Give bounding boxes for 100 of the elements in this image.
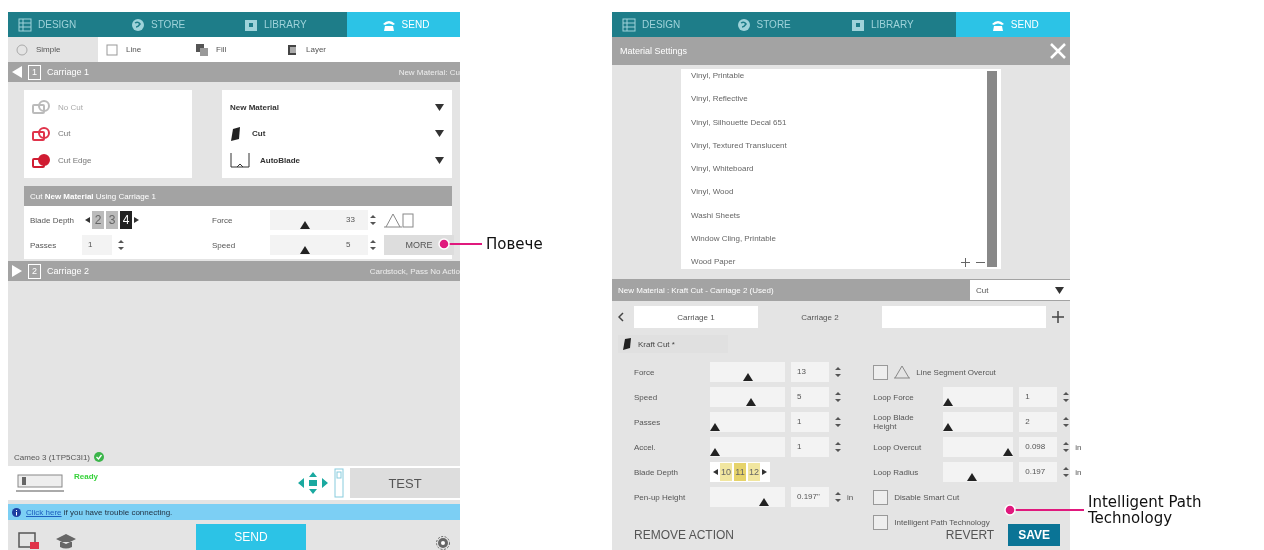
info-icon	[12, 507, 21, 517]
spinner-arrows-icon	[370, 240, 376, 250]
left-arrow-icon	[713, 469, 718, 475]
callout-label: Intelligent Path Technology	[1088, 494, 1203, 526]
spinner-arrows-icon	[370, 215, 376, 225]
unit-label: in	[1075, 467, 1082, 477]
spinner-arrows-icon	[835, 417, 841, 427]
param-label: Passes	[30, 240, 58, 250]
value-field[interactable]: 1	[1019, 387, 1058, 407]
autoblade-icon	[230, 152, 250, 169]
action-dropdown[interactable]: Cut	[970, 280, 1070, 300]
spinner-arrows-icon	[835, 442, 841, 452]
globe-icon	[736, 17, 751, 32]
material-item[interactable]: Window Cling, Printable	[691, 232, 977, 245]
status-text: Ready	[74, 472, 98, 481]
caret-icon	[435, 103, 444, 111]
param-label: Loop Blade Height	[873, 413, 915, 431]
param-label: Passes	[634, 417, 662, 427]
panel-title: Material Settings	[620, 46, 688, 56]
blade-depth-value[interactable]: 10	[720, 463, 732, 481]
mat-icon	[18, 532, 40, 550]
checkbox[interactable]	[873, 489, 889, 505]
blade-icon	[230, 127, 242, 141]
grid-icon	[18, 17, 32, 32]
spinner-arrows-icon	[835, 492, 841, 502]
move-arrows-icon	[298, 472, 328, 494]
caret-icon	[1055, 286, 1064, 294]
material-item[interactable]: Washi Sheets	[691, 209, 977, 222]
checkbox-label: Line Segment Overcut	[916, 367, 996, 377]
value-field[interactable]: 2	[1019, 412, 1058, 432]
cut-shape-icon	[32, 127, 50, 141]
material-item[interactable]: Vinyl, Textured Translucent	[691, 139, 977, 152]
carriage-tab[interactable]: Carriage 1	[634, 306, 758, 328]
carriage-number: 1	[28, 64, 41, 80]
blade-depth-selector[interactable]: 10 11 12	[710, 462, 770, 482]
layer-icon	[286, 43, 298, 56]
param-label: Force	[634, 367, 656, 377]
save-button[interactable]: SAVE	[1008, 524, 1060, 546]
blade-depth-value[interactable]: 11	[734, 463, 746, 481]
cut-shape-icon	[32, 153, 50, 168]
device-icon	[334, 468, 344, 498]
help-link[interactable]: Click here	[26, 507, 62, 517]
param-label: Accel.	[634, 442, 657, 452]
material-item[interactable]: Vinyl, Silhouette Decal 651	[691, 116, 977, 129]
blade-depth-value[interactable]: 12	[748, 463, 760, 481]
action-item[interactable]: Cut Edge	[32, 153, 184, 168]
globe-icon	[131, 17, 145, 32]
value-field[interactable]: 0.098	[1019, 437, 1058, 457]
value-field[interactable]: 13	[791, 362, 829, 382]
action-tab[interactable]: Kraft Cut *	[618, 335, 728, 353]
spinner-arrows-icon	[1063, 392, 1070, 402]
test-button[interactable]: TEST	[350, 468, 460, 498]
close-button[interactable]	[1050, 43, 1066, 59]
value-field[interactable]: 1	[791, 412, 829, 432]
left-arrow-icon	[85, 217, 90, 223]
action-item[interactable]: Cut	[32, 127, 184, 141]
checkbox-label: Intelligent Path Technology	[894, 517, 990, 527]
value-field[interactable]: 0.197	[1019, 462, 1058, 482]
more-button[interactable]: MORE	[384, 235, 454, 255]
caret-icon	[435, 157, 444, 165]
param-label: Force	[212, 215, 234, 225]
checkbox[interactable]	[873, 514, 889, 530]
unit-label: in	[1075, 442, 1082, 452]
right-arrow-icon	[134, 217, 139, 223]
plus-icon	[1052, 311, 1064, 323]
param-label: Loop Overcut	[873, 442, 923, 452]
right-triangle-icon	[12, 265, 22, 277]
info-message: Click here if you have trouble connecting.	[26, 507, 173, 517]
value-field[interactable]: 5	[791, 387, 829, 407]
remove-action-button[interactable]: REMOVE ACTION	[628, 524, 740, 546]
param-label: Speed	[212, 240, 237, 250]
material-item[interactable]: Vinyl, Printable	[691, 70, 977, 82]
material-item[interactable]: Vinyl, Whiteboard	[691, 163, 977, 175]
leader-line	[438, 238, 482, 250]
value-field[interactable]: 1	[791, 437, 829, 457]
unit-label: in	[847, 492, 854, 502]
value-field[interactable]: 0.197"	[791, 487, 829, 507]
material-item[interactable]: Wood Paper	[691, 256, 977, 268]
param-label: Loop Radius	[873, 467, 920, 477]
material-item[interactable]: Vinyl, Reflective	[691, 93, 977, 106]
value-field[interactable]: 33	[340, 210, 368, 230]
circle-icon	[16, 43, 28, 56]
check-circle-icon	[94, 452, 105, 462]
right-arrow-icon	[762, 469, 767, 475]
checkbox[interactable]	[873, 364, 889, 380]
spinner-arrows-icon	[835, 392, 841, 402]
value-field[interactable]: 5	[340, 235, 368, 255]
value-field[interactable]: 1	[82, 235, 112, 255]
blade-depth-value[interactable]: 4	[120, 211, 132, 229]
callout-label: Повече	[486, 236, 544, 252]
square-icon	[106, 43, 118, 56]
carriage-number: 2	[28, 263, 41, 279]
cut-shape-icon	[32, 100, 50, 115]
material-item[interactable]: Vinyl, Wood	[691, 186, 977, 199]
blade-depth-selector[interactable]: 2 3 4	[82, 210, 212, 230]
spinner-arrows-icon	[1063, 417, 1070, 427]
mode-tab[interactable]: Simple	[8, 37, 98, 62]
carriage-material: New Material: Cu	[398, 67, 460, 77]
fill-squares-icon	[196, 43, 208, 56]
spinner-arrows-icon	[1063, 442, 1070, 452]
